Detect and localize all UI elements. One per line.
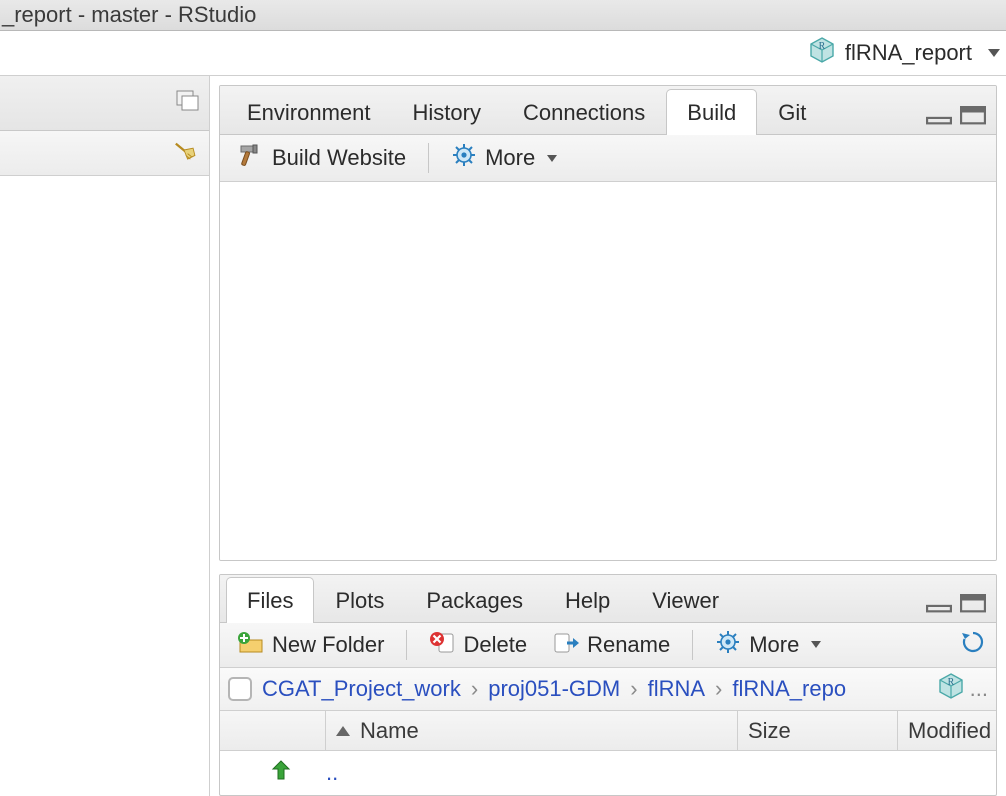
new-folder-button[interactable]: New Folder xyxy=(230,626,392,664)
clear-icon[interactable] xyxy=(171,140,197,166)
delete-button[interactable]: Delete xyxy=(421,626,535,664)
window-titlebar: _report - master - RStudio xyxy=(0,0,1006,31)
tab-connections[interactable]: Connections xyxy=(502,89,666,135)
files-table-header: Name Size Modified xyxy=(220,711,996,751)
maximize-pane-icon[interactable] xyxy=(960,594,986,612)
tab-build[interactable]: Build xyxy=(666,89,757,135)
build-toolbar: Build Website More xyxy=(220,135,996,182)
toolbar-separator xyxy=(692,630,693,660)
toolbar-separator xyxy=(428,143,429,173)
windows-icon[interactable] xyxy=(175,89,199,117)
left-pane-header xyxy=(0,76,209,131)
context-bar: flRNA_report xyxy=(0,31,1006,76)
build-website-button[interactable]: Build Website xyxy=(230,139,414,177)
top-tabstrip: Environment History Connections Build Gi… xyxy=(220,86,996,135)
tab-viewer[interactable]: Viewer xyxy=(631,577,740,623)
delete-icon xyxy=(429,630,455,660)
delete-label: Delete xyxy=(463,632,527,658)
breadcrumb-seg-2[interactable]: flRNA xyxy=(648,676,705,702)
col-size[interactable]: Size xyxy=(738,711,898,750)
files-table: Name Size Modified xyxy=(220,711,996,795)
breadcrumb-overflow[interactable]: ... xyxy=(970,676,988,702)
breadcrumb-seg-1[interactable]: proj051-GDM xyxy=(488,676,620,702)
hammer-icon xyxy=(238,143,264,173)
gear-icon xyxy=(451,143,477,173)
table-row[interactable]: .. xyxy=(220,751,996,795)
tab-history[interactable]: History xyxy=(392,89,502,135)
project-picker[interactable]: flRNA_report xyxy=(809,37,1000,69)
build-more-button[interactable]: More xyxy=(443,139,565,177)
gear-icon xyxy=(715,630,741,660)
project-name: flRNA_report xyxy=(845,40,972,66)
new-folder-label: New Folder xyxy=(272,632,384,658)
chevron-down-icon xyxy=(547,155,557,162)
parent-dir-icon xyxy=(270,761,292,786)
files-breadcrumb: CGAT_Project_work › proj051-GDM › flRNA … xyxy=(220,668,996,711)
maximize-pane-icon[interactable] xyxy=(960,106,986,124)
tab-environment[interactable]: Environment xyxy=(226,89,392,135)
project-icon xyxy=(809,37,835,69)
chevron-down-icon xyxy=(988,49,1000,57)
minimize-pane-icon[interactable] xyxy=(926,594,952,612)
new-folder-icon xyxy=(238,630,264,660)
files-panel: Files Plots Packages Help Viewer xyxy=(219,574,997,796)
chevron-down-icon xyxy=(811,641,821,648)
breadcrumb-separator: › xyxy=(630,676,637,702)
build-panel: Environment History Connections Build Gi… xyxy=(219,85,997,561)
left-pane-body xyxy=(0,176,209,796)
select-all-checkbox[interactable] xyxy=(228,677,252,701)
rename-button[interactable]: Rename xyxy=(545,626,678,664)
tab-plots[interactable]: Plots xyxy=(314,577,405,623)
rename-label: Rename xyxy=(587,632,670,658)
col-modified[interactable]: Modified xyxy=(898,711,996,750)
refresh-icon[interactable] xyxy=(960,630,986,660)
breadcrumb-seg-0[interactable]: CGAT_Project_work xyxy=(262,676,461,702)
tab-packages[interactable]: Packages xyxy=(405,577,544,623)
build-output xyxy=(220,182,996,560)
file-name[interactable]: .. xyxy=(326,760,738,786)
project-icon[interactable] xyxy=(938,673,964,705)
breadcrumb-seg-3[interactable]: flRNA_repo xyxy=(732,676,846,702)
window-title: _report - master - RStudio xyxy=(2,2,256,28)
tab-help[interactable]: Help xyxy=(544,577,631,623)
left-pane-toolbar xyxy=(0,131,209,176)
toolbar-separator xyxy=(406,630,407,660)
files-more-button[interactable]: More xyxy=(707,626,829,664)
right-pane: Environment History Connections Build Gi… xyxy=(210,76,1006,796)
tab-git[interactable]: Git xyxy=(757,89,827,135)
rename-icon xyxy=(553,630,579,660)
files-toolbar: New Folder Delete Rename xyxy=(220,623,996,669)
bottom-tabstrip: Files Plots Packages Help Viewer xyxy=(220,575,996,623)
files-more-label: More xyxy=(749,632,799,658)
tab-files[interactable]: Files xyxy=(226,577,314,623)
sort-ascending-icon xyxy=(336,726,350,736)
col-name[interactable]: Name xyxy=(326,711,738,750)
left-pane xyxy=(0,76,210,796)
build-more-label: More xyxy=(485,145,535,171)
breadcrumb-separator: › xyxy=(471,676,478,702)
build-website-label: Build Website xyxy=(272,145,406,171)
breadcrumb-separator: › xyxy=(715,676,722,702)
minimize-pane-icon[interactable] xyxy=(926,106,952,124)
